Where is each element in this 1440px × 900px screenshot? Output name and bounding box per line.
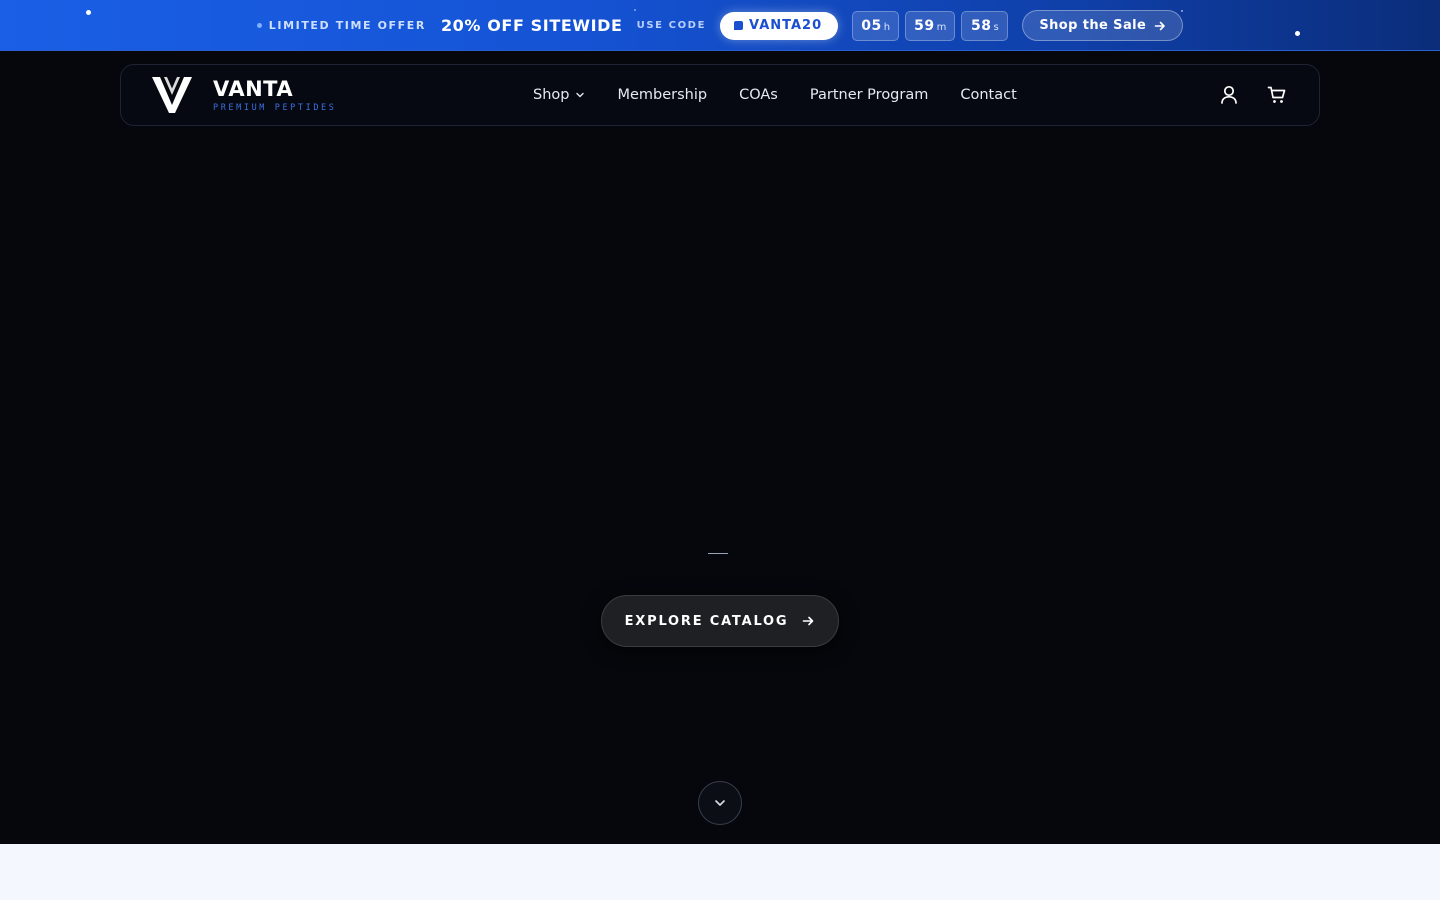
promo-limited-label: LIMITED TIME OFFER bbox=[268, 19, 426, 32]
explore-catalog-button[interactable]: EXPLORE CATALOG bbox=[601, 595, 839, 647]
pulse-dot-icon bbox=[256, 23, 262, 28]
nav-links: Shop Membership COAs Partner Program Con… bbox=[533, 65, 1017, 125]
nav-link-label: COAs bbox=[739, 87, 778, 103]
hero-divider bbox=[708, 553, 728, 554]
countdown-value: 05 bbox=[861, 17, 882, 34]
nav-link-label: Shop bbox=[533, 87, 570, 103]
countdown-unit: s bbox=[993, 21, 999, 33]
nav-link-membership[interactable]: Membership bbox=[617, 87, 707, 103]
countdown-timer: 05 h 59 m 58 s bbox=[852, 10, 1009, 41]
cart-icon[interactable] bbox=[1267, 84, 1287, 106]
nav-link-label: Contact bbox=[960, 87, 1017, 103]
promo-use-code-label: USE CODE bbox=[636, 20, 707, 31]
nav-link-label: Membership bbox=[617, 87, 708, 103]
arrow-right-icon bbox=[1154, 21, 1166, 30]
nav-link-contact[interactable]: Contact bbox=[960, 87, 1016, 103]
promo-code-button[interactable]: VANTA20 bbox=[720, 11, 839, 40]
nav-link-coas[interactable]: COAs bbox=[739, 87, 778, 103]
chevron-down-icon bbox=[576, 92, 585, 98]
brand-logo[interactable]: VANTA PREMIUM PEPTIDES bbox=[151, 75, 336, 115]
next-section bbox=[0, 844, 1440, 900]
scroll-down-button[interactable] bbox=[698, 781, 742, 825]
nav-link-shop[interactable]: Shop bbox=[533, 87, 585, 103]
promo-headline: 20% OFF SITEWIDE bbox=[440, 16, 623, 35]
nav-actions bbox=[1219, 84, 1287, 106]
nav-link-label: Partner Program bbox=[809, 87, 929, 103]
countdown-unit: h bbox=[883, 21, 891, 33]
arrow-right-icon bbox=[803, 616, 814, 626]
tag-icon bbox=[734, 21, 744, 30]
explore-catalog-label: EXPLORE CATALOG bbox=[624, 613, 789, 629]
main-navigation: VANTA PREMIUM PEPTIDES Shop Membership C… bbox=[120, 64, 1320, 126]
nav-link-partner-program[interactable]: Partner Program bbox=[810, 87, 929, 103]
brand-text: VANTA PREMIUM PEPTIDES bbox=[213, 76, 336, 114]
vanta-v-logo-icon bbox=[152, 77, 192, 113]
shop-the-sale-button[interactable]: Shop the Sale bbox=[1022, 10, 1184, 41]
shop-the-sale-label: Shop the Sale bbox=[1039, 18, 1147, 33]
user-icon[interactable] bbox=[1219, 84, 1239, 106]
countdown-seconds: 58 s bbox=[961, 10, 1009, 41]
brand-tagline: PREMIUM PEPTIDES bbox=[213, 103, 337, 113]
countdown-unit: m bbox=[936, 21, 947, 33]
countdown-hours: 05 h bbox=[852, 10, 900, 41]
brand-name: VANTA bbox=[213, 77, 294, 101]
countdown-value: 59 bbox=[914, 17, 935, 34]
countdown-value: 58 bbox=[971, 17, 992, 34]
chevron-down-icon bbox=[715, 800, 725, 806]
countdown-minutes: 59 m bbox=[905, 10, 956, 41]
promo-banner: LIMITED TIME OFFER 20% OFF SITEWIDE USE … bbox=[0, 0, 1440, 51]
promo-code-text: VANTA20 bbox=[749, 18, 823, 33]
